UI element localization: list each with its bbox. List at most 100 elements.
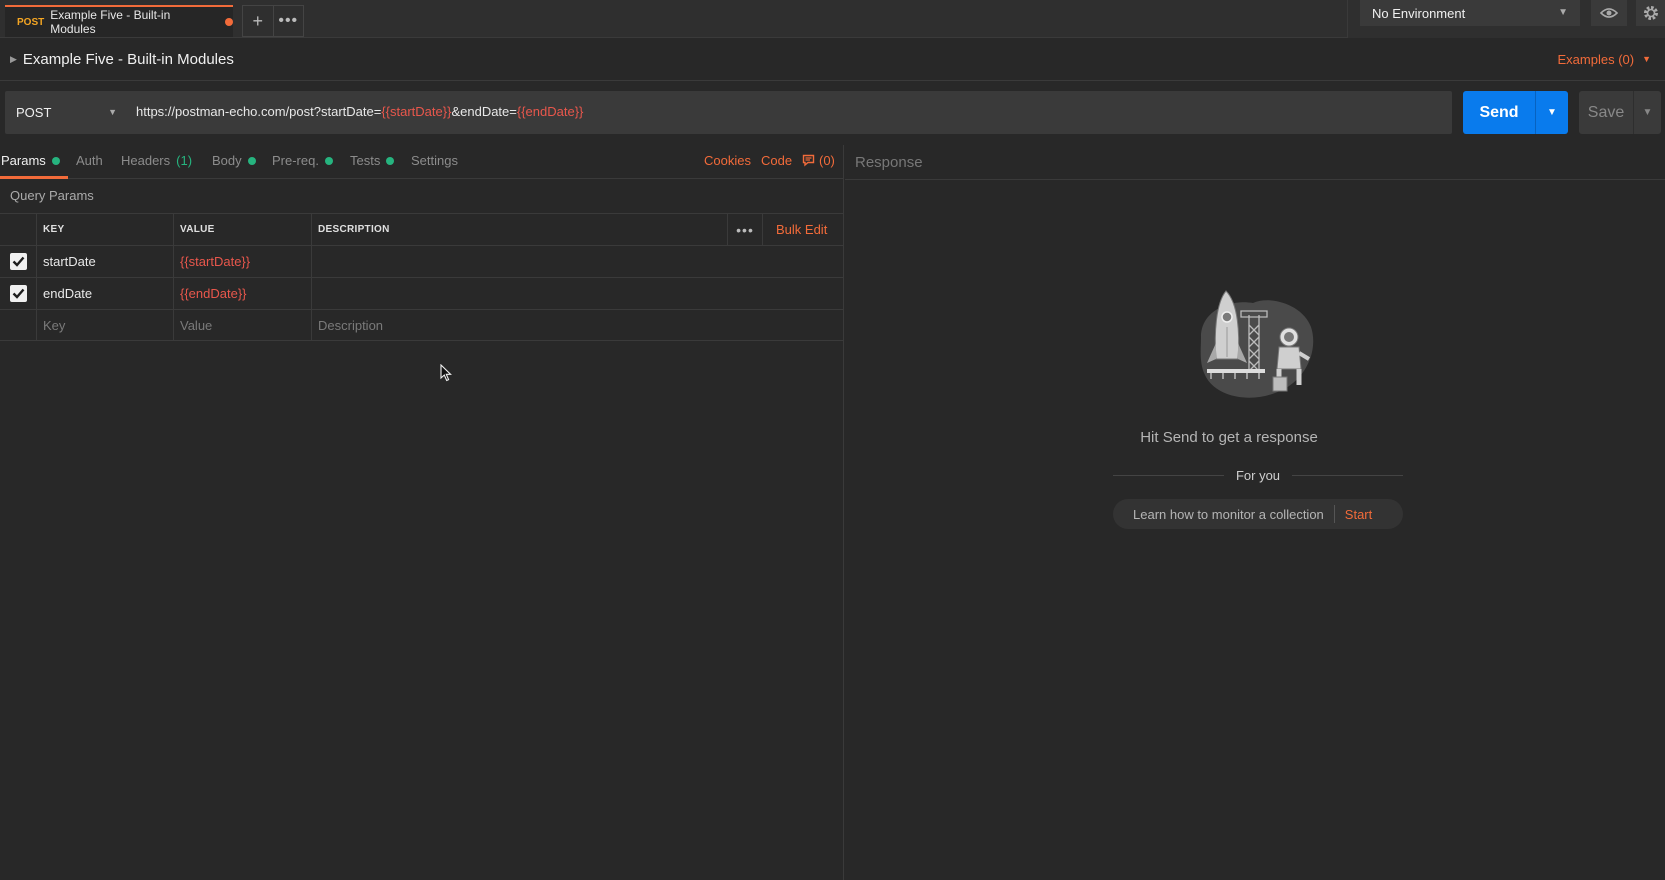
request-name-row: ▶ Example Five - Built-in Modules Exampl… — [0, 38, 1665, 81]
divider — [1333, 505, 1335, 523]
comment-icon — [802, 154, 815, 167]
send-options-button[interactable]: ▼ — [1535, 91, 1568, 134]
empty-response-message: Hit Send to get a response — [1140, 429, 1318, 446]
url-input[interactable]: https://postman-echo.com/post?startDate=… — [136, 104, 583, 119]
divider-line — [1113, 474, 1224, 476]
url-variable-end-date: {{endDate}} — [516, 104, 584, 119]
tab-actions: + ••• — [242, 5, 304, 37]
unsaved-dot-icon — [225, 18, 233, 26]
url-mid: &endDate= — [451, 104, 517, 119]
param-description[interactable] — [311, 246, 844, 277]
send-button-group: Send ▼ — [1463, 91, 1568, 134]
new-description-input[interactable]: Description — [311, 310, 844, 341]
chevron-down-icon: ▼ — [1642, 107, 1653, 118]
chevron-down-icon: ▼ — [1547, 107, 1557, 118]
tab-prerequest[interactable]: Pre-req. — [272, 153, 333, 168]
environment-select-label: No Environment — [1372, 5, 1466, 21]
tab-auth[interactable]: Auth — [76, 153, 103, 168]
for-you-label: For you — [1235, 467, 1281, 483]
learn-text: Learn how to monitor a collection — [1133, 506, 1324, 522]
divider-line — [1292, 474, 1404, 476]
params-table-header: KEY VALUE DESCRIPTION ••• Bulk Edit — [0, 213, 844, 245]
gear-icon — [1644, 6, 1658, 20]
table-row-new: Key Value Description — [0, 309, 844, 341]
status-dot-icon — [247, 156, 256, 165]
new-key-input[interactable]: Key — [36, 310, 173, 341]
cookies-link[interactable]: Cookies — [704, 153, 751, 168]
method-select[interactable]: POST ▼ — [5, 91, 125, 134]
tab-params-label: Params — [1, 153, 46, 168]
tab-params[interactable]: Params — [1, 153, 60, 168]
environment-settings-button[interactable] — [1636, 0, 1665, 26]
header-checkbox-column — [0, 214, 36, 245]
comments-button[interactable]: (0) — [802, 153, 835, 168]
chevron-down-icon: ▼ — [1558, 7, 1568, 18]
table-row: startDate {{startDate}} — [0, 245, 844, 277]
save-options-button[interactable]: ▼ — [1633, 91, 1661, 134]
url-base: https://postman-echo.com/post?startDate= — [136, 104, 382, 119]
response-panel: Response Hit Send to get a response For … — [845, 145, 1665, 880]
query-params-title: Query Params — [10, 188, 94, 203]
row-checkbox[interactable] — [9, 285, 27, 302]
url-variable-start-date: {{startDate}} — [381, 104, 452, 119]
save-button[interactable]: Save — [1579, 91, 1633, 134]
response-title: Response — [845, 145, 1665, 180]
tab-tests-label: Tests — [350, 153, 381, 168]
more-icon: ••• — [278, 12, 299, 29]
send-button[interactable]: Send — [1463, 91, 1535, 134]
column-options-button[interactable]: ••• — [727, 214, 763, 245]
tab-prerequest-label: Pre-req. — [272, 153, 319, 168]
tab-options-button[interactable]: ••• — [272, 6, 304, 36]
learn-card: Learn how to monitor a collection Start — [1113, 499, 1403, 529]
url-bar: POST ▼ https://postman-echo.com/post?sta… — [5, 91, 1452, 134]
chevron-down-icon: ▼ — [1642, 54, 1651, 64]
tab-tests[interactable]: Tests — [350, 153, 395, 168]
more-icon: ••• — [736, 221, 754, 238]
bulk-edit-button[interactable]: Bulk Edit — [776, 222, 827, 237]
for-you-divider: For you — [1113, 467, 1404, 483]
row-checkbox[interactable] — [9, 253, 27, 270]
method-select-label: POST — [16, 105, 52, 120]
params-table: KEY VALUE DESCRIPTION ••• Bulk Edit star… — [0, 213, 844, 341]
new-value-input[interactable]: Value — [173, 310, 311, 341]
request-tab-title: Example Five - Built-in Modules — [50, 8, 171, 36]
request-tabs: Params Auth Headers (1) Body Pre-req. Tes… — [0, 145, 844, 179]
environment-quick-look-button[interactable] — [1591, 0, 1627, 26]
tab-settings-label: Settings — [411, 153, 458, 168]
request-tab[interactable]: POST Example Five - Built-in Modules — [5, 5, 233, 37]
expand-triangle-icon[interactable]: ▶ — [10, 54, 17, 65]
start-link[interactable]: Start — [1345, 507, 1372, 522]
tab-body-label: Body — [212, 153, 242, 168]
param-description[interactable] — [311, 278, 844, 309]
examples-label: Examples (0) — [1557, 51, 1635, 67]
eye-icon — [1600, 8, 1618, 18]
param-key[interactable]: startDate — [36, 246, 173, 277]
tab-headers[interactable]: Headers (1) — [121, 153, 192, 168]
request-tab-method: POST — [17, 16, 45, 28]
tab-settings[interactable]: Settings — [411, 153, 458, 168]
header-key: KEY — [36, 214, 173, 245]
header-value: VALUE — [173, 214, 311, 245]
param-key[interactable]: endDate — [36, 278, 173, 309]
param-value[interactable]: {{endDate}} — [173, 278, 311, 309]
chevron-down-icon: ▼ — [108, 107, 117, 117]
table-row: endDate {{endDate}} — [0, 277, 844, 309]
tab-auth-label: Auth — [76, 153, 103, 168]
row-checkbox-cell — [0, 310, 36, 341]
tab-body[interactable]: Body — [212, 153, 256, 168]
headers-count: (1) — [176, 153, 193, 168]
comments-count: (0) — [819, 153, 835, 168]
url-row: POST ▼ https://postman-echo.com/post?sta… — [0, 91, 1665, 135]
new-tab-button[interactable]: + — [243, 6, 273, 36]
param-value[interactable]: {{startDate}} — [173, 246, 311, 277]
tab-bar: POST Example Five - Built-in Modules + •… — [0, 0, 1665, 38]
examples-dropdown[interactable]: Examples (0) ▼ — [1558, 52, 1652, 67]
environment-area: No Environment ▼ — [1347, 0, 1665, 38]
rocket-astronaut-illustration — [1200, 290, 1314, 398]
row-checkbox-cell — [0, 278, 36, 309]
request-name: Example Five - Built-in Modules — [22, 50, 234, 68]
status-dot-icon — [51, 156, 60, 165]
header-description: DESCRIPTION — [311, 214, 844, 245]
environment-select[interactable]: No Environment ▼ — [1360, 0, 1580, 26]
code-link[interactable]: Code — [761, 153, 792, 168]
